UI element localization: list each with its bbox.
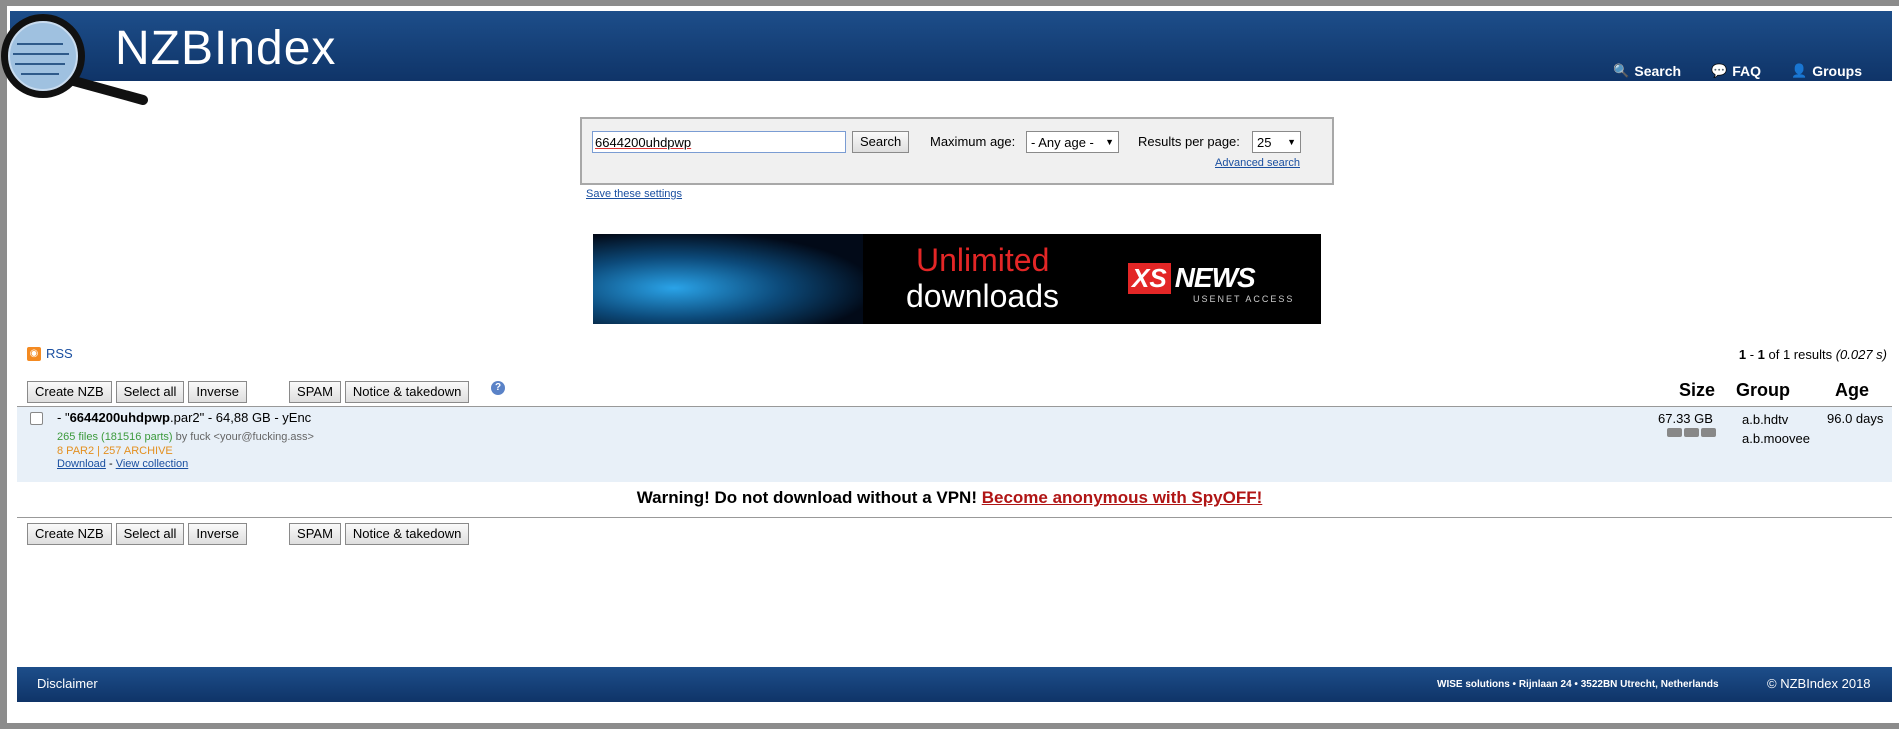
notice-takedown-button[interactable]: Notice & takedown xyxy=(344,381,470,403)
result-age: 96.0 days xyxy=(1827,411,1884,426)
xs-logo-sub: USENET ACCESS xyxy=(1193,294,1295,304)
completion-bar xyxy=(1684,428,1699,437)
divider xyxy=(17,517,1892,518)
max-age-value: - Any age - xyxy=(1031,134,1094,150)
site-header: NZBIndex 🔍 Search 💬 FAQ 👤 Groups xyxy=(10,11,1892,81)
select-all-button[interactable]: Select all xyxy=(115,523,185,545)
result-groups: a.b.hdtv a.b.moovee xyxy=(1742,410,1810,448)
toolbar-spacer xyxy=(251,523,285,545)
results-from: 1 xyxy=(1738,347,1747,362)
car-image xyxy=(593,234,863,324)
copyright: © NZBIndex 2018 xyxy=(1767,676,1871,691)
result-file-count: 265 files (181516 parts) xyxy=(57,431,173,443)
spam-button[interactable]: SPAM xyxy=(289,381,341,403)
nav-search-label: Search xyxy=(1634,63,1682,79)
nav-search[interactable]: 🔍 Search xyxy=(1613,63,1681,79)
result-files: 265 files (181516 parts) by fuck <your@f… xyxy=(57,431,314,443)
notice-takedown-button[interactable]: Notice & takedown xyxy=(344,523,470,545)
completion-bar xyxy=(1701,428,1716,437)
site-footer: Disclaimer WISE solutions • Rijnlaan 24 … xyxy=(17,667,1892,702)
spam-button[interactable]: SPAM xyxy=(289,523,341,545)
max-age-label: Maximum age: xyxy=(930,134,1016,149)
result-links: Download - View collection xyxy=(57,458,188,470)
spyoff-link[interactable]: Become anonymous with SpyOFF! xyxy=(982,488,1263,507)
rss-label: RSS xyxy=(46,346,73,361)
rss-icon: ◉ xyxy=(27,346,41,361)
results-to: 1 xyxy=(1757,347,1765,362)
inverse-button[interactable]: Inverse xyxy=(188,381,248,403)
create-nzb-button[interactable]: Create NZB xyxy=(27,523,112,545)
result-title-prefix: - " xyxy=(57,410,70,425)
toolbar-spacer xyxy=(251,381,285,403)
magnifier-logo-icon xyxy=(1,14,148,105)
results-per-page-value: 25 xyxy=(1257,134,1272,150)
results-of: of 1 results xyxy=(1764,347,1836,362)
chevron-down-icon: ▼ xyxy=(1287,137,1296,147)
max-age-select[interactable]: - Any age - ▼ xyxy=(1026,131,1119,153)
vpn-warning: Warning! Do not download without a VPN! … xyxy=(0,488,1899,508)
chevron-down-icon: ▼ xyxy=(1105,137,1114,147)
save-settings-link[interactable]: Save these settings xyxy=(586,188,682,200)
completion-bar xyxy=(1667,428,1682,437)
nav-faq-label: FAQ xyxy=(1732,63,1762,79)
main-nav: 🔍 Search 💬 FAQ 👤 Groups xyxy=(1613,63,1862,79)
ad-banner[interactable]: Unlimited downloads XS NEWS USENET ACCES… xyxy=(593,234,1321,324)
column-size: Size xyxy=(1679,380,1716,400)
disclaimer-link[interactable]: Disclaimer xyxy=(37,676,98,691)
search-icon: 🔍 xyxy=(1613,63,1630,78)
banner-line1: Unlimited xyxy=(916,242,1050,278)
xs-logo-box: XS xyxy=(1128,262,1171,294)
rss-link[interactable]: ◉ RSS xyxy=(27,346,73,361)
results-per-page-select[interactable]: 25 ▼ xyxy=(1252,131,1301,153)
results-time: (0.027 s) xyxy=(1835,347,1887,362)
groups-icon: 👤 xyxy=(1791,63,1808,78)
link-separator: - xyxy=(105,458,116,470)
create-nzb-button[interactable]: Create NZB xyxy=(27,381,112,403)
nav-groups-label: Groups xyxy=(1812,63,1862,79)
result-title-bold: 6644200uhdpwp xyxy=(69,410,170,425)
inverse-button[interactable]: Inverse xyxy=(188,523,248,545)
xsnews-logo: XS NEWS xyxy=(1128,262,1256,294)
company-address: WISE solutions • Rijnlaan 24 • 3522BN Ut… xyxy=(1437,679,1719,690)
result-title: - "6644200uhdpwp.par2" - 64,88 GB - yEnc xyxy=(57,410,311,425)
group-link[interactable]: a.b.moovee xyxy=(1742,429,1810,448)
banner-line2: downloads xyxy=(906,278,1059,314)
faq-icon: 💬 xyxy=(1711,63,1728,78)
result-title-rest: .par2" - 64,88 GB - yEnc xyxy=(170,410,312,425)
search-panel: Search Maximum age: - Any age - ▼ Result… xyxy=(580,117,1334,185)
warning-text: Warning! Do not download without a VPN! xyxy=(636,488,982,507)
toolbar-top: Create NZB Select all Inverse SPAM Notic… xyxy=(27,381,470,403)
column-age: Age xyxy=(1835,380,1870,400)
toolbar-bottom: Create NZB Select all Inverse SPAM Notic… xyxy=(27,523,470,545)
result-par: 8 PAR2 | 257 ARCHIVE xyxy=(57,445,173,457)
download-link[interactable]: Download xyxy=(57,458,106,470)
search-input[interactable] xyxy=(592,131,846,153)
results-per-page-label: Results per page: xyxy=(1138,134,1240,149)
result-size: 67.33 GB xyxy=(1658,411,1713,426)
search-button[interactable]: Search xyxy=(852,131,910,153)
help-icon[interactable]: ? xyxy=(491,381,505,395)
completion-bars xyxy=(1667,428,1716,437)
page-background xyxy=(7,6,1899,723)
advanced-search-link[interactable]: Advanced search xyxy=(1215,157,1300,169)
nav-faq[interactable]: 💬 FAQ xyxy=(1711,63,1761,79)
result-checkbox[interactable] xyxy=(30,412,43,425)
table-row: - "6644200uhdpwp.par2" - 64,88 GB - yEnc… xyxy=(17,407,1892,482)
xs-logo-word: NEWS xyxy=(1174,262,1256,293)
result-poster: by fuck <your@fucking.ass> xyxy=(172,431,314,443)
nav-groups[interactable]: 👤 Groups xyxy=(1791,63,1862,79)
group-link[interactable]: a.b.hdtv xyxy=(1742,410,1810,429)
column-group: Group xyxy=(1736,380,1790,400)
results-dash: - xyxy=(1746,347,1758,362)
results-count: 1 - 1 of 1 results (0.027 s) xyxy=(1739,347,1887,362)
view-collection-link[interactable]: View collection xyxy=(116,458,189,470)
select-all-button[interactable]: Select all xyxy=(115,381,185,403)
